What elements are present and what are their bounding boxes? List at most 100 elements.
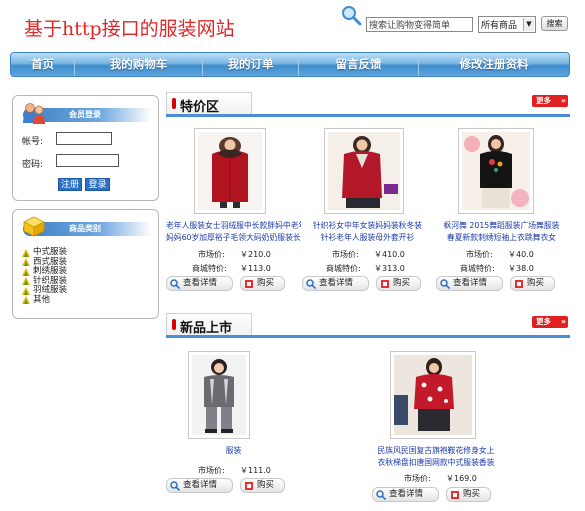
market-price-label: 市场价: — [404, 474, 431, 483]
product-name-line1[interactable]: 针织衫女中年女装妈妈装秋冬装 — [300, 220, 435, 232]
market-price: ￥210.0 — [240, 250, 271, 259]
magnifier-icon — [376, 490, 386, 500]
mall-price-label: 商城特价: — [192, 264, 227, 273]
category-bullet-icon — [22, 248, 30, 257]
header: 基于http接口的服装网站 所有商品 ▼ 搜索 — [0, 0, 585, 52]
view-detail-label: 查看详情 — [389, 489, 424, 499]
product-image[interactable] — [458, 128, 534, 214]
search-button[interactable]: 搜索 — [541, 16, 568, 31]
product-name-line1[interactable]: 民族风民国复古旗袍鞍花修身女上 — [366, 445, 506, 457]
product-name-line1[interactable]: 服装 — [166, 445, 301, 457]
search-input[interactable] — [366, 17, 473, 32]
view-detail-button[interactable]: 查看详情 — [436, 276, 503, 291]
market-price: ￥111.0 — [240, 466, 271, 475]
account-field[interactable] — [56, 132, 112, 145]
category-item[interactable]: 其他 — [22, 294, 67, 306]
nav-edit-profile[interactable]: 修改注册资料 — [419, 53, 569, 76]
buy-button[interactable]: 购买 — [510, 276, 555, 291]
view-detail-button[interactable]: 查看详情 — [166, 478, 233, 493]
special-section: 特价区 更多 » 老年人服装女士羽绒服中长款胖妈中老年 妈妈60岁加厚裕子毛领大码… — [166, 92, 570, 302]
category-bullet-icon — [22, 296, 30, 305]
box-icon — [23, 216, 45, 237]
view-detail-button[interactable]: 查看详情 — [302, 276, 369, 291]
product-name-line1[interactable]: 枫河舞 2015舞蹈服装广场舞服装 — [434, 220, 569, 232]
mall-price: ￥113.0 — [240, 264, 271, 273]
category-panel: 商品类别 中式服装 西式服装 刺绣服装 针织服装 羽绒服装 其他 — [12, 209, 159, 319]
product-card: 服装 市场价: ￥111.0 查看详情 购买 — [166, 351, 301, 507]
product-card: 民族风民国复古旗袍鞍花修身女上 衣秋梯盘扣唐国网款中式服装香装 市场价: ￥16… — [366, 351, 506, 507]
view-detail-button[interactable]: 查看详情 — [372, 487, 439, 502]
special-more-button[interactable]: 更多 » — [532, 95, 568, 107]
market-price: ￥40.0 — [508, 250, 534, 259]
product-name-line2[interactable]: 针衫老年人服装母外套开衫 — [300, 232, 435, 244]
product-name-line2[interactable]: 春夏新款刺绣短袖上衣跳舞衣女 — [434, 232, 569, 244]
view-detail-button[interactable]: 查看详情 — [166, 276, 233, 291]
chevron-down-icon: ▼ — [523, 18, 534, 31]
register-button[interactable]: 注册 — [58, 178, 82, 191]
cart-icon — [245, 280, 253, 288]
cart-icon — [381, 280, 389, 288]
account-label: 帐号: — [22, 137, 44, 147]
buy-button[interactable]: 购买 — [376, 276, 421, 291]
category-select[interactable]: 所有商品 ▼ — [478, 16, 536, 33]
nav-cart[interactable]: 我的购物车 — [75, 53, 203, 76]
floral-qipao-top-photo — [394, 355, 472, 435]
category-list: 中式服装 西式服装 刺绣服装 针织服装 羽绒服装 其他 — [22, 247, 67, 306]
product-image[interactable] — [194, 128, 266, 214]
category-label: 其他 — [33, 294, 51, 305]
product-image[interactable] — [390, 351, 476, 439]
nav-orders[interactable]: 我的订单 — [203, 53, 299, 76]
magnifier-icon — [170, 279, 180, 289]
special-title: 特价区 — [180, 100, 220, 115]
new-arrivals-tab: 新品上市 — [166, 313, 252, 336]
view-detail-label: 查看详情 — [183, 480, 218, 490]
red-coat-photo — [198, 132, 262, 210]
special-section-header: 特价区 更多 » — [166, 92, 570, 117]
market-price-label: 市场价: — [332, 250, 359, 259]
market-price: ￥169.0 — [446, 474, 477, 483]
more-label: 更多 — [536, 317, 551, 326]
kid-suit-photo — [192, 355, 246, 435]
product-card: 枫河舞 2015舞蹈服装广场舞服装 春夏新款刺绣短袖上衣跳舞衣女 市场价: ￥4… — [434, 128, 569, 298]
nav-home[interactable]: 首页 — [11, 53, 75, 76]
login-button[interactable]: 登录 — [85, 178, 110, 191]
buy-label: 购买 — [257, 480, 275, 490]
login-panel: 会员登录 帐号: 密码: 注册 登录 — [12, 95, 159, 201]
buy-label: 购买 — [393, 278, 411, 288]
product-name-line2[interactable]: 衣秋梯盘扣唐国网款中式服装香装 — [366, 457, 506, 469]
double-chevron-icon: » — [560, 96, 566, 105]
product-name-line1[interactable]: 老年人服装女士羽绒服中长款胖妈中老年 — [166, 220, 301, 232]
product-card: 针织衫女中年女装妈妈装秋冬装 针衫老年人服装母外套开衫 市场价: ￥410.0 … — [300, 128, 435, 298]
category-bullet-icon — [22, 277, 30, 286]
product-name-line2[interactable]: 妈妈60岁加厚裕子毛领大码奶奶服装长袖 — [166, 232, 301, 244]
magnifier-icon — [170, 481, 180, 491]
buy-button[interactable]: 购买 — [446, 487, 491, 502]
buy-button[interactable]: 购买 — [240, 478, 285, 493]
mall-price: ￥313.0 — [374, 264, 405, 273]
market-price-label: 市场价: — [198, 466, 225, 475]
section-marker — [172, 319, 176, 330]
mall-price-label: 商城特价: — [460, 264, 495, 273]
magnifier-icon — [440, 279, 450, 289]
new-arrivals-header: 新品上市 更多 » — [166, 313, 570, 338]
buy-button[interactable]: 购买 — [240, 276, 285, 291]
product-image[interactable] — [324, 128, 404, 214]
section-marker — [172, 98, 176, 109]
cart-icon — [451, 491, 459, 499]
password-field[interactable] — [56, 154, 119, 167]
double-chevron-icon: » — [560, 317, 566, 326]
buy-label: 购买 — [257, 278, 275, 288]
view-detail-label: 查看详情 — [183, 278, 218, 288]
product-image[interactable] — [188, 351, 250, 439]
nav-feedback[interactable]: 留言反馈 — [299, 53, 419, 76]
password-label: 密码: — [22, 160, 44, 170]
site-logo[interactable]: 基于http接口的服装网站 — [24, 14, 235, 41]
red-cardigan-photo — [328, 132, 400, 210]
product-card: 老年人服装女士羽绒服中长款胖妈中老年 妈妈60岁加厚裕子毛领大码奶奶服装长袖 市… — [166, 128, 301, 298]
new-arrivals-title: 新品上市 — [180, 321, 233, 336]
more-label: 更多 — [536, 96, 551, 105]
special-tab: 特价区 — [166, 92, 252, 115]
new-arrivals-section: 新品上市 更多 » 服装 市场价: ￥111.0 查看详情 购买 民族风民国复古旗… — [166, 313, 570, 509]
market-price-label: 市场价: — [198, 250, 225, 259]
new-arrivals-more-button[interactable]: 更多 » — [532, 316, 568, 328]
